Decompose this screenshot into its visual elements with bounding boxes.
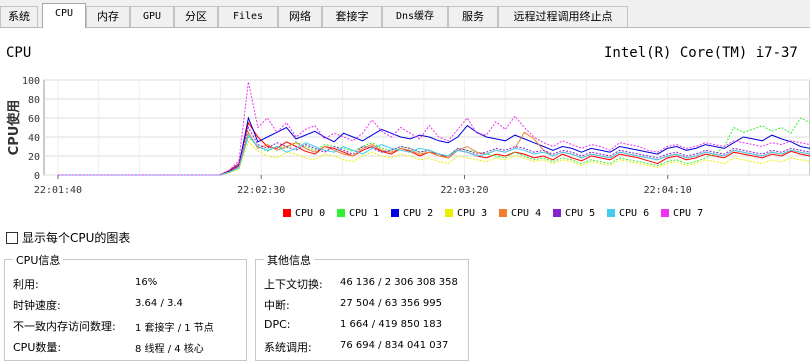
legend-item-cpu-1: CPU 1	[337, 207, 379, 221]
tab-sockets[interactable]: 套接字	[322, 6, 382, 27]
legend-item-cpu-3: CPU 3	[445, 207, 487, 221]
dpc-label: DPC:	[264, 318, 291, 331]
chart-grid	[43, 79, 810, 176]
tab-partitions[interactable]: 分区	[174, 6, 218, 27]
cpu-utilization-value: 16%	[135, 277, 158, 288]
legend-label: CPU 5	[565, 208, 596, 219]
legend-swatch	[283, 209, 291, 217]
cpu-info-title: CPU信息	[13, 252, 64, 268]
plot-area	[43, 79, 810, 176]
cpu-count-value: 8 线程 / 4 核心	[135, 344, 204, 355]
dpc-value: 1 664 / 419 850 183	[340, 319, 442, 330]
x-tick-label: 22:01:40	[34, 185, 82, 196]
legend-label: CPU 7	[673, 208, 704, 219]
tab-system[interactable]: 系统	[0, 6, 38, 27]
cpu-count-label: CPU数量:	[13, 341, 62, 354]
tab-memory[interactable]: 内存	[86, 6, 130, 27]
legend-item-cpu-7: CPU 7	[661, 207, 703, 221]
cpu-info-group: CPU信息 利用: 16% 时钟速度: 3.64 / 3.4 不一致内存访问数理…	[4, 252, 247, 361]
tab-cpu[interactable]: CPU	[42, 3, 86, 28]
legend-swatch	[445, 209, 453, 217]
y-axis-label: CPU使用	[6, 100, 22, 156]
y-tick-label: 20	[28, 152, 40, 163]
x-tick-label: 22:02:30	[237, 185, 285, 196]
legend-item-cpu-2: CPU 2	[391, 207, 433, 221]
legend-item-cpu-4: CPU 4	[499, 207, 541, 221]
legend-swatch	[337, 209, 345, 217]
legend-swatch	[607, 209, 615, 217]
interrupts-value: 27 504 / 63 356 995	[340, 298, 442, 309]
tab-services[interactable]: 服务	[448, 6, 498, 27]
numa-label: 不一致内存访问数理:	[13, 320, 116, 333]
show-each-cpu-label: 显示每个CPU的图表	[22, 231, 131, 245]
legend-label: CPU 4	[511, 208, 542, 219]
numa-value: 1 套接字 / 1 节点	[135, 323, 214, 334]
legend-swatch	[553, 209, 561, 217]
y-tick-label: 60	[28, 114, 40, 125]
clock-speed-value: 3.64 / 3.4	[135, 298, 183, 309]
other-info-group: 其他信息 上下文切换: 46 136 / 2 306 308 358 中断: 2…	[255, 252, 469, 361]
system-calls-value: 76 694 / 834 041 037	[340, 340, 449, 351]
system-calls-label: 系统调用:	[264, 341, 312, 354]
x-tick-label: 22:04:10	[644, 185, 692, 196]
cpu-utilization-label: 利用:	[13, 278, 39, 291]
legend-item-cpu-0: CPU 0	[283, 207, 325, 221]
tab-dns-cache[interactable]: Dns缓存	[382, 6, 448, 27]
legend-swatch	[661, 209, 669, 217]
x-tick-label: 22:03:20	[440, 185, 488, 196]
tab-bar: 系统 CPU 内存 GPU 分区 Files 网络 套接字 Dns缓存 服务 远…	[0, 0, 810, 28]
legend-item-cpu-5: CPU 5	[553, 207, 595, 221]
legend-swatch	[391, 209, 399, 217]
legend-label: CPU 3	[457, 208, 488, 219]
cpu-title: CPU	[6, 45, 32, 61]
legend-label: CPU 6	[619, 208, 650, 219]
show-each-cpu-checkbox-row[interactable]: 显示每个CPU的图表	[6, 232, 130, 245]
context-switches-value: 46 136 / 2 306 308 358	[340, 277, 458, 288]
show-each-cpu-checkbox[interactable]	[6, 232, 18, 244]
interrupts-label: 中断:	[264, 299, 290, 312]
y-tick-label: 0	[34, 171, 40, 182]
context-switches-label: 上下文切换:	[264, 278, 323, 291]
cpu-usage-chart: 100 80 60 40 20 0 22:01:40 22:02:30 22:03:20 22:0…	[6, 76, 810, 196]
tab-rpc-endpoints[interactable]: 远程过程调用终止点	[498, 6, 628, 27]
other-info-title: 其他信息	[264, 252, 314, 268]
tab-network[interactable]: 网络	[278, 6, 322, 27]
legend-label: CPU 0	[295, 208, 326, 219]
legend-label: CPU 2	[403, 208, 434, 219]
tab-files[interactable]: Files	[218, 6, 278, 27]
y-tick-label: 80	[28, 95, 40, 106]
cpu-model-name: Intel(R) Core(TM) i7-37	[604, 45, 798, 61]
clock-speed-label: 时钟速度:	[13, 299, 61, 312]
legend-label: CPU 1	[349, 208, 380, 219]
y-tick-label: 100	[22, 76, 40, 87]
legend-swatch	[499, 209, 507, 217]
y-tick-label: 40	[28, 133, 40, 144]
tab-gpu[interactable]: GPU	[130, 6, 174, 27]
legend-item-cpu-6: CPU 6	[607, 207, 649, 221]
